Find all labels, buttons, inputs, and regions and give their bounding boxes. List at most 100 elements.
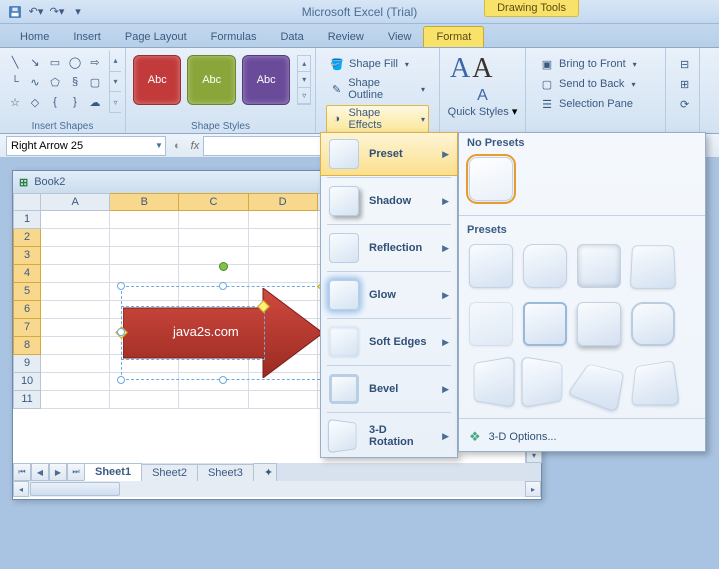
cell[interactable] [41, 319, 110, 337]
name-box[interactable]: ▼ [6, 136, 166, 156]
shape-speech-icon[interactable]: ☁ [86, 93, 104, 111]
cell[interactable] [179, 391, 248, 409]
resize-handle[interactable] [219, 282, 227, 290]
scroll-more-icon[interactable]: ▿ [110, 92, 121, 113]
row-header[interactable]: 3 [13, 247, 41, 265]
sheet-tab[interactable]: Sheet3 [197, 464, 254, 481]
scroll-right-icon[interactable]: ▸ [525, 481, 541, 497]
group-button[interactable]: ⊞ [676, 75, 689, 93]
cell[interactable] [179, 211, 248, 229]
row-header[interactable]: 8 [13, 337, 41, 355]
style-gallery-scroll[interactable]: ▴ ▾ ▿ [297, 55, 311, 105]
shape-textbox-icon[interactable]: ▢ [86, 73, 104, 91]
redo-icon[interactable]: ↷▾ [48, 3, 66, 21]
preset-none[interactable] [469, 157, 513, 201]
cell[interactable] [249, 391, 318, 409]
scroll-down-icon[interactable]: ▾ [298, 72, 310, 88]
shapes-gallery-scroll[interactable]: ▴ ▾ ▿ [109, 51, 121, 113]
preset-swatch[interactable] [577, 244, 621, 288]
cell[interactable] [41, 229, 110, 247]
menu-preset[interactable]: Preset ▶ [320, 132, 458, 176]
resize-handle[interactable] [117, 328, 125, 336]
tab-home[interactable]: Home [8, 27, 61, 47]
cell[interactable] [41, 391, 110, 409]
shape-fill-button[interactable]: 🪣 Shape Fill▾ [326, 55, 429, 73]
shape-star-icon[interactable]: ☆ [6, 93, 24, 111]
resize-handle[interactable] [117, 282, 125, 290]
row-header[interactable]: 4 [13, 265, 41, 283]
row-header[interactable]: 10 [13, 373, 41, 391]
scroll-up-icon[interactable]: ▴ [110, 51, 121, 72]
rotate-handle[interactable] [219, 262, 228, 271]
shape-effects-button[interactable]: ◑ Shape Effects▾ [326, 105, 429, 133]
preset-swatch[interactable] [521, 356, 562, 408]
cell[interactable] [110, 229, 179, 247]
qat-more-icon[interactable]: ▾ [69, 3, 87, 21]
shape-outline-button[interactable]: ✎ Shape Outline▾ [326, 75, 429, 103]
cell[interactable] [41, 247, 110, 265]
next-sheet-icon[interactable]: ▶ [49, 463, 67, 481]
resize-handle[interactable] [219, 376, 227, 384]
cell[interactable] [249, 229, 318, 247]
row-header[interactable]: 5 [13, 283, 41, 301]
scroll-up-icon[interactable]: ▴ [298, 56, 310, 72]
menu-glow[interactable]: Glow ▶ [321, 274, 457, 316]
cell[interactable] [41, 337, 110, 355]
preset-swatch[interactable] [469, 302, 513, 346]
quick-styles-button[interactable]: A Quick Styles ▾ [444, 87, 521, 118]
scroll-down-icon[interactable]: ▾ [110, 72, 121, 93]
right-arrow-shape[interactable]: java2s.com [123, 268, 303, 380]
shapes-gallery[interactable]: ╲ ↘ ▭ ◯ ⇨ └ ∿ ⬠ § ▢ ☆ ◇ { } [4, 51, 106, 113]
shape-rect-icon[interactable]: ▭ [46, 53, 64, 71]
shape-callout-icon[interactable]: ◇ [26, 93, 44, 111]
cell[interactable] [249, 247, 318, 265]
col-header[interactable]: A [41, 193, 110, 211]
cell[interactable] [41, 373, 110, 391]
preset-swatch[interactable] [630, 245, 676, 289]
cell[interactable] [41, 265, 110, 283]
shape-line-icon[interactable]: ╲ [6, 53, 24, 71]
preset-swatch[interactable] [631, 360, 680, 406]
shape-scribble-icon[interactable]: § [66, 73, 84, 91]
tab-view[interactable]: View [376, 27, 424, 47]
row-header[interactable]: 7 [13, 319, 41, 337]
tab-formulas[interactable]: Formulas [199, 27, 269, 47]
scroll-thumb[interactable] [30, 482, 120, 496]
preset-swatch[interactable] [567, 364, 624, 414]
cell[interactable] [110, 247, 179, 265]
expand-icon[interactable]: ◐ [174, 140, 181, 152]
shape-brace-icon[interactable]: { [46, 93, 64, 111]
row-header[interactable]: 2 [13, 229, 41, 247]
cell[interactable] [179, 247, 248, 265]
horizontal-scrollbar[interactable]: ◂ ▸ [13, 481, 541, 497]
row-header[interactable]: 9 [13, 355, 41, 373]
row-header[interactable]: 1 [13, 211, 41, 229]
cell[interactable] [41, 301, 110, 319]
fx-label[interactable]: fx [191, 140, 200, 152]
style-swatch-green[interactable]: Abc [187, 55, 235, 105]
preset-swatch[interactable] [469, 244, 513, 288]
rotate-button[interactable]: ⟳ [676, 95, 689, 113]
cell[interactable] [179, 229, 248, 247]
menu-shadow[interactable]: Shadow ▶ [321, 180, 457, 222]
cell[interactable] [41, 211, 110, 229]
last-sheet-icon[interactable]: ⏭ [67, 463, 85, 481]
preset-swatch[interactable] [474, 356, 515, 408]
select-all-corner[interactable] [13, 193, 41, 211]
shape-freeform-icon[interactable]: ⬠ [46, 73, 64, 91]
cell[interactable] [41, 283, 110, 301]
preset-swatch[interactable] [577, 302, 621, 346]
col-header[interactable]: C [179, 193, 248, 211]
menu-reflection[interactable]: Reflection ▶ [321, 227, 457, 269]
menu-soft-edges[interactable]: Soft Edges ▶ [321, 321, 457, 363]
col-header[interactable]: D [249, 193, 318, 211]
style-swatch-red[interactable]: Abc [133, 55, 181, 105]
menu-bevel[interactable]: Bevel ▶ [321, 368, 457, 410]
cell[interactable] [110, 391, 179, 409]
resize-handle[interactable] [117, 376, 125, 384]
undo-icon[interactable]: ↶▾ [27, 3, 45, 21]
shape-elbow-icon[interactable]: └ [6, 73, 24, 91]
tab-data[interactable]: Data [268, 27, 315, 47]
new-sheet-icon[interactable]: ✦ [253, 463, 277, 481]
sheet-tab[interactable]: Sheet1 [84, 463, 142, 481]
